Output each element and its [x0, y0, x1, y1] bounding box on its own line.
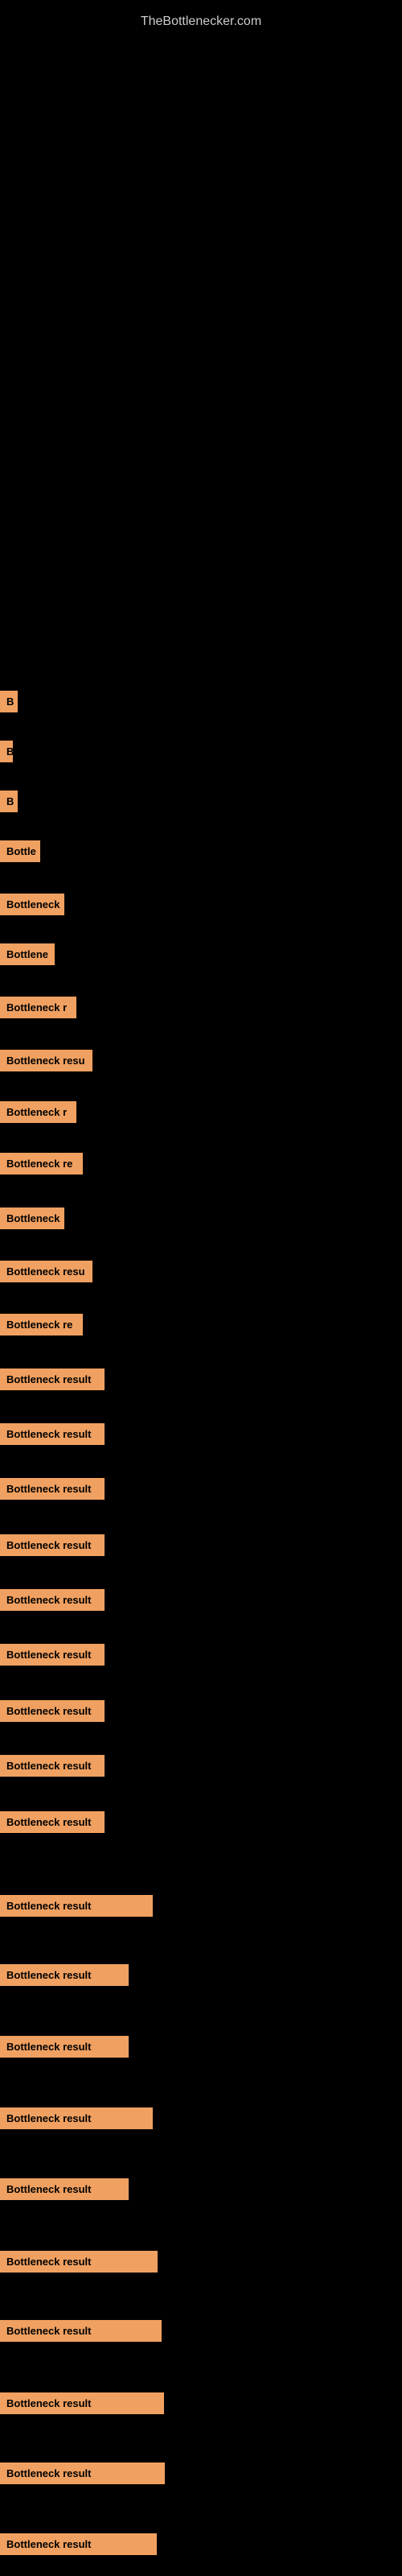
- bottleneck-result-label: Bottleneck result: [0, 1644, 105, 1666]
- bottleneck-result-label: Bottleneck result: [0, 2320, 162, 2342]
- bottleneck-result-label: Bottleneck result: [0, 2462, 165, 2484]
- bottleneck-result-label: Bottleneck result: [0, 1895, 153, 1917]
- bottleneck-result-label: Bottleneck result: [0, 1368, 105, 1390]
- bottleneck-result-label: B: [0, 791, 18, 812]
- bottleneck-result-label: Bottleneck: [0, 1208, 64, 1229]
- bottleneck-result-label: Bottleneck resu: [0, 1050, 92, 1071]
- site-title: TheBottlenecker.com: [0, 6, 402, 37]
- bottleneck-result-label: Bottleneck: [0, 894, 64, 915]
- bottleneck-result-label: Bottleneck r: [0, 1101, 76, 1123]
- bottleneck-result-label: Bottle: [0, 840, 40, 862]
- bottleneck-result-label: Bottleneck result: [0, 1700, 105, 1722]
- bottleneck-result-label: Bottleneck r: [0, 997, 76, 1018]
- bottleneck-result-label: B: [0, 741, 13, 762]
- bottleneck-result-label: Bottleneck result: [0, 1755, 105, 1777]
- bottleneck-result-label: Bottleneck result: [0, 2533, 157, 2555]
- bottleneck-result-label: Bottleneck result: [0, 1589, 105, 1611]
- bottleneck-result-label: Bottleneck result: [0, 1811, 105, 1833]
- bottleneck-result-label: Bottleneck result: [0, 2036, 129, 2058]
- bottleneck-result-label: Bottleneck result: [0, 2178, 129, 2200]
- bottleneck-result-label: Bottlene: [0, 943, 55, 965]
- bottleneck-result-label: Bottleneck result: [0, 1534, 105, 1556]
- bottleneck-result-label: Bottleneck result: [0, 1964, 129, 1986]
- bottleneck-result-label: Bottleneck result: [0, 2107, 153, 2129]
- bottleneck-result-label: Bottleneck re: [0, 1153, 83, 1174]
- bottleneck-result-label: Bottleneck re: [0, 1314, 83, 1335]
- bottleneck-result-label: Bottleneck result: [0, 2251, 158, 2273]
- bottleneck-result-label: Bottleneck result: [0, 2392, 164, 2414]
- bottleneck-result-label: Bottleneck result: [0, 1423, 105, 1445]
- bottleneck-result-label: Bottleneck result: [0, 1478, 105, 1500]
- bottleneck-result-label: Bottleneck resu: [0, 1261, 92, 1282]
- bottleneck-result-label: B: [0, 691, 18, 712]
